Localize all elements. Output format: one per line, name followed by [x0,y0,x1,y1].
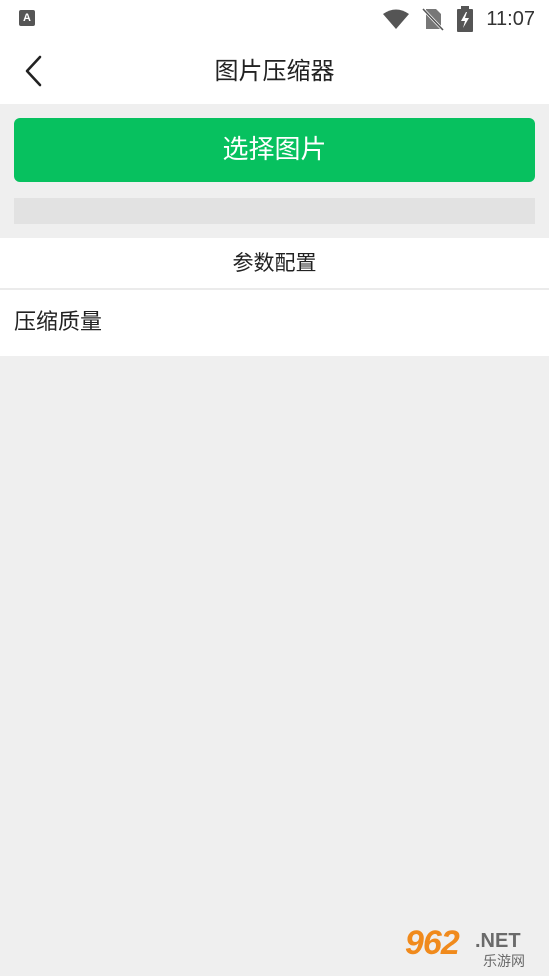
watermark-suffix: .NET [475,930,521,952]
battery-charging-icon [457,6,474,32]
watermark-site-name: 乐游网 [483,954,525,970]
status-bar: A 11:07 [0,0,549,38]
wifi-icon [383,9,410,29]
page-title: 图片压缩器 [214,57,335,85]
quality-row[interactable]: 压缩质量 [0,290,549,356]
watermark-number: 962 [405,924,460,962]
quality-label: 压缩质量 [14,310,103,335]
watermark-logo: 962 .NET 乐游网 [405,924,543,970]
app-header: 图片压缩器 [0,38,549,104]
app-notification-icon: A [19,10,35,26]
select-image-button[interactable]: 选择图片 [14,118,535,182]
progress-bar [14,198,535,224]
section-title: 参数配置 [0,238,549,288]
no-sim-icon [422,7,445,32]
status-icons: 11:07 [382,6,535,32]
status-time: 11:07 [486,7,535,30]
